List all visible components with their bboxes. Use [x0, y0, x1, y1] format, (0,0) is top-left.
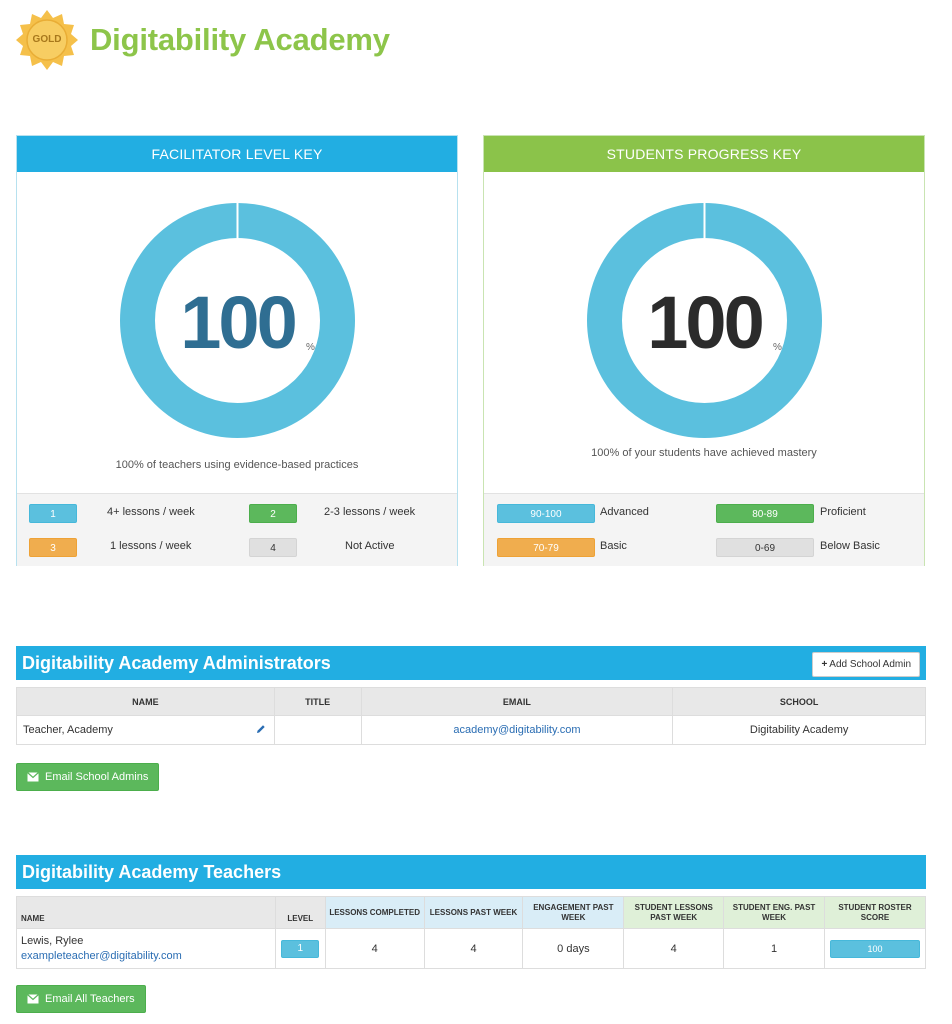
- admin-name: Teacher, Academy: [23, 724, 113, 736]
- teachers-table: NAME LEVEL LESSONS COMPLETED LESSONS PAS…: [16, 896, 927, 969]
- badge-label: GOLD: [32, 34, 62, 45]
- basic-chip: 70-79: [497, 538, 595, 557]
- column-header-level[interactable]: LEVEL: [274, 896, 326, 929]
- page-title: Digitability Academy: [90, 22, 390, 57]
- facilitator-key-legend: 1 4+ lessons / week 2 2-3 lessons / week…: [17, 493, 457, 566]
- basic-label: Basic: [600, 540, 627, 552]
- column-header-engagement-past-week[interactable]: ENGAGEMENT PAST WEEK: [522, 896, 625, 929]
- email-school-admins-button[interactable]: Email School Admins: [16, 763, 160, 791]
- column-header-title[interactable]: TITLE: [273, 687, 362, 716]
- email-all-teachers-label: Email All Teachers: [45, 993, 135, 1005]
- level-2-label: 2-3 lessons / week: [324, 506, 416, 518]
- advanced-chip: 90-100: [497, 504, 595, 523]
- column-header-school[interactable]: SCHOOL: [672, 687, 926, 716]
- progress-donut-value: 100: [647, 281, 764, 364]
- level-2-chip: 2: [249, 504, 297, 523]
- column-header-student-lessons-past-week[interactable]: STUDENT LESSONS PAST WEEK: [623, 896, 725, 929]
- student-eng-past-week-cell: 1: [723, 928, 825, 969]
- table-header-row: NAME TITLE EMAIL SCHOOL: [16, 687, 926, 716]
- lessons-completed-cell: 4: [324, 928, 425, 969]
- admin-school-cell: Digitability Academy: [672, 715, 926, 745]
- below-basic-label: Below Basic: [820, 540, 880, 552]
- facilitator-donut-percent-sign: %: [306, 342, 315, 353]
- email-school-admins-label: Email School Admins: [45, 771, 149, 783]
- level-3-label: 1 lessons / week: [110, 540, 192, 552]
- page-header: GOLD Digitability Academy: [16, 8, 390, 72]
- teacher-email-link[interactable]: exampleteacher@digitability.com: [21, 949, 275, 964]
- roster-score-badge: 100: [829, 939, 920, 958]
- edit-pencil-icon[interactable]: [256, 724, 266, 734]
- teacher-name-cell: Lewis, Rylee exampleteacher@digitability…: [16, 928, 276, 969]
- facilitator-donut-value: 100: [180, 281, 297, 364]
- column-header-student-eng-past-week[interactable]: STUDENT ENG. PAST WEEK: [723, 896, 825, 929]
- level-4-label: Not Active: [345, 540, 395, 552]
- student-roster-score-cell: 100: [823, 928, 927, 969]
- level-1-label: 4+ lessons / week: [107, 506, 195, 518]
- facilitator-key-caption: 100% of teachers using evidence-based pr…: [115, 459, 359, 471]
- progress-key-caption: 100% of your students have achieved mast…: [591, 447, 817, 459]
- progress-donut-chart: 100 %: [586, 202, 823, 439]
- facilitator-donut-chart: 100 %: [119, 202, 356, 439]
- column-header-lessons-completed[interactable]: LESSONS COMPLETED: [324, 896, 425, 929]
- level-badge: 1: [281, 939, 320, 958]
- teachers-title: Digitability Academy Teachers: [22, 862, 282, 882]
- admin-name-cell: Teacher, Academy: [16, 715, 275, 745]
- add-school-admin-label: Add School Admin: [829, 659, 911, 670]
- column-header-email[interactable]: EMAIL: [360, 687, 674, 716]
- proficient-chip: 80-89: [716, 504, 814, 523]
- progress-donut-percent-sign: %: [773, 342, 782, 353]
- admin-title-cell: [273, 715, 362, 745]
- facilitator-key-title: FACILITATOR LEVEL KEY: [17, 136, 457, 172]
- column-header-student-roster-score[interactable]: STUDENT ROSTER SCORE: [823, 896, 927, 929]
- progress-key-legend: 90-100 Advanced 80-89 Proficient 70-79 B…: [484, 493, 924, 566]
- students-progress-key-panel: STUDENTS PROGRESS KEY 100 % 100% of your…: [483, 135, 925, 566]
- envelope-icon: [27, 994, 39, 1004]
- below-basic-chip: 0-69: [716, 538, 814, 557]
- table-header-row: NAME LEVEL LESSONS COMPLETED LESSONS PAS…: [16, 896, 927, 929]
- column-header-lessons-past-week[interactable]: LESSONS PAST WEEK: [423, 896, 524, 929]
- administrators-section-header: Digitability Academy Administrators + Add…: [16, 646, 926, 680]
- lessons-past-week-cell: 4: [423, 928, 524, 969]
- advanced-label: Advanced: [600, 506, 649, 518]
- student-lessons-past-week-cell: 4: [623, 928, 725, 969]
- teachers-section-header: Digitability Academy Teachers: [16, 855, 926, 889]
- table-row: Lewis, Rylee exampleteacher@digitability…: [16, 928, 927, 969]
- level-4-chip: 4: [249, 538, 297, 557]
- table-row: Teacher, Academy academy@digitability.co…: [16, 715, 926, 745]
- administrators-title: Digitability Academy Administrators: [22, 653, 331, 673]
- email-all-teachers-button[interactable]: Email All Teachers: [16, 985, 146, 1013]
- plus-icon: +: [821, 659, 828, 670]
- admin-email-link[interactable]: academy@digitability.com: [453, 724, 580, 736]
- teacher-name[interactable]: Lewis, Rylee: [21, 934, 275, 949]
- teacher-level-cell: 1: [274, 928, 326, 969]
- facilitator-level-key-panel: FACILITATOR LEVEL KEY 100 % 100% of teac…: [16, 135, 458, 566]
- column-header-name[interactable]: NAME: [16, 896, 276, 929]
- progress-key-title: STUDENTS PROGRESS KEY: [484, 136, 924, 172]
- admin-email-cell: academy@digitability.com: [360, 715, 674, 745]
- gold-badge-icon: GOLD: [16, 9, 78, 71]
- column-header-name[interactable]: NAME: [16, 687, 275, 716]
- level-1-chip: 1: [29, 504, 77, 523]
- proficient-label: Proficient: [820, 506, 866, 518]
- engagement-past-week-cell: 0 days: [522, 928, 625, 969]
- administrators-table: NAME TITLE EMAIL SCHOOL Teacher, Academy…: [16, 687, 926, 745]
- add-school-admin-button[interactable]: + Add School Admin: [812, 652, 920, 677]
- envelope-icon: [27, 772, 39, 782]
- level-3-chip: 3: [29, 538, 77, 557]
